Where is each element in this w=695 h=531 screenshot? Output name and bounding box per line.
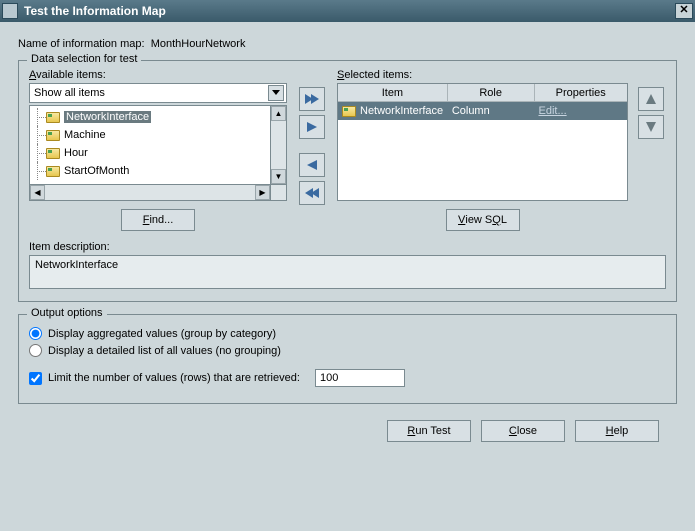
map-name-label: Name of information map:	[18, 38, 145, 50]
run-test-button[interactable]: Run Test	[387, 420, 471, 442]
cell-properties-link[interactable]: Edit...	[535, 102, 627, 120]
titlebar: Test the Information Map ✕	[0, 0, 695, 22]
selected-items-table[interactable]: Item Role Properties NetworkInterfaceCol…	[337, 83, 628, 201]
available-items-list[interactable]: NetworkInterfaceMachineHourStartOfMonth …	[29, 105, 287, 201]
folder-icon	[46, 130, 60, 141]
available-filter-combo[interactable]: Show all items	[29, 83, 287, 103]
scroll-down-icon[interactable]: ▼	[271, 169, 286, 184]
move-up-button[interactable]	[638, 87, 664, 111]
item-description-label: Item description:	[29, 241, 666, 253]
move-down-button[interactable]	[638, 115, 664, 139]
map-name-row: Name of information map: MonthHourNetwor…	[18, 38, 677, 50]
combo-value: Show all items	[34, 87, 105, 99]
scrollbar-vertical[interactable]: ▲ ▼	[270, 106, 286, 184]
cell-item: NetworkInterface	[338, 102, 448, 120]
data-selection-legend: Data selection for test	[27, 53, 141, 65]
add-all-button[interactable]	[299, 87, 325, 111]
help-button[interactable]: Help	[575, 420, 659, 442]
folder-icon	[46, 112, 60, 123]
data-selection-group: Data selection for test Available items:…	[18, 60, 677, 302]
folder-icon	[46, 166, 60, 177]
view-sql-button[interactable]: View SQL	[446, 209, 520, 231]
radio-aggregated[interactable]	[29, 327, 42, 340]
limit-input[interactable]	[315, 369, 405, 387]
scroll-right-icon[interactable]: ▶	[255, 185, 270, 200]
list-item[interactable]: Hour	[32, 144, 268, 162]
radio-aggregated-label: Display aggregated values (group by cate…	[48, 328, 276, 340]
list-item-label: NetworkInterface	[64, 111, 151, 123]
dialog-footer: Run Test Close Help	[18, 416, 677, 442]
folder-icon	[342, 106, 356, 117]
find-button[interactable]: Find...	[121, 209, 195, 231]
add-button[interactable]	[299, 115, 325, 139]
col-role: Role	[448, 84, 535, 102]
list-item[interactable]: Machine	[32, 126, 268, 144]
chevron-down-icon[interactable]	[268, 85, 284, 101]
remove-all-button[interactable]	[299, 181, 325, 205]
radio-detailed-label: Display a detailed list of all values (n…	[48, 345, 281, 357]
list-item-label: Hour	[64, 147, 88, 159]
folder-icon	[46, 148, 60, 159]
available-items-label: Available items:	[29, 69, 287, 81]
item-description-box: NetworkInterface	[29, 255, 666, 289]
window-close-button[interactable]: ✕	[675, 3, 693, 19]
output-options-legend: Output options	[27, 307, 107, 319]
item-description-value: NetworkInterface	[35, 259, 118, 271]
limit-checkbox[interactable]	[29, 372, 42, 385]
output-options-group: Output options Display aggregated values…	[18, 314, 677, 404]
selected-items-label: Selected items:	[337, 69, 628, 81]
list-item[interactable]: NetworkInterface	[32, 108, 268, 126]
col-properties: Properties	[535, 84, 627, 102]
col-item: Item	[338, 84, 448, 102]
table-header: Item Role Properties	[338, 84, 627, 102]
radio-detailed[interactable]	[29, 344, 42, 357]
scroll-left-icon[interactable]: ◀	[30, 185, 45, 200]
scrollbar-horizontal[interactable]: ◀ ▶	[30, 184, 270, 200]
scrollbar-corner	[270, 184, 286, 200]
app-icon	[2, 3, 18, 19]
cell-role: Column	[448, 102, 535, 120]
map-name-value: MonthHourNetwork	[151, 38, 246, 50]
list-item[interactable]: StartOfMonth	[32, 162, 268, 180]
close-button[interactable]: Close	[481, 420, 565, 442]
list-item-label: Machine	[64, 129, 106, 141]
scroll-up-icon[interactable]: ▲	[271, 106, 286, 121]
limit-label: Limit the number of values (rows) that a…	[48, 372, 300, 384]
window-title: Test the Information Map	[24, 4, 675, 18]
remove-button[interactable]	[299, 153, 325, 177]
table-row[interactable]: NetworkInterfaceColumnEdit...	[338, 102, 627, 120]
list-item-label: StartOfMonth	[64, 165, 129, 177]
